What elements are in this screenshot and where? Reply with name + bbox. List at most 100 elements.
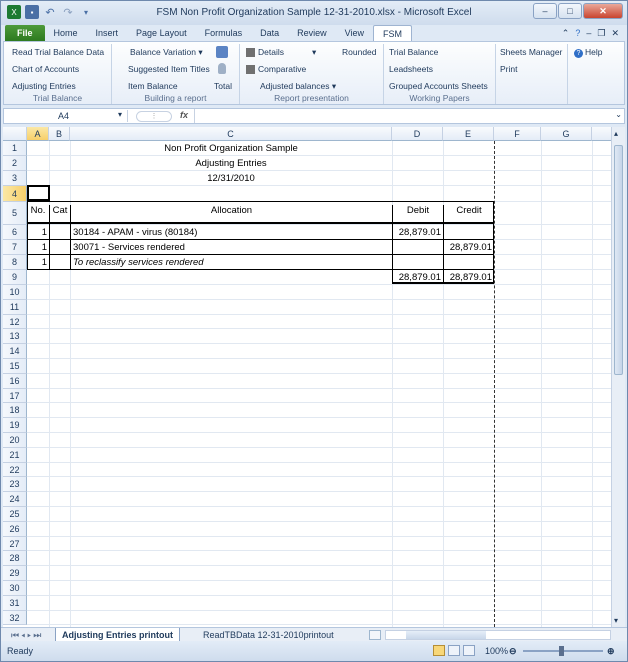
tab-formulas[interactable]: Formulas [196,25,252,41]
row-header-19[interactable]: 19 [3,418,27,433]
row-header-18[interactable]: 18 [3,403,27,419]
vertical-scrollbar[interactable]: ▴ ▾ [611,127,625,627]
namebox-dropdown-icon[interactable]: ▾ [118,110,122,119]
table-row-no[interactable]: 1 [27,257,47,268]
column-header-f[interactable]: F [494,127,541,141]
table-row-allocation[interactable]: 30184 - APAM - virus (80184) [73,227,197,238]
page-break-preview-icon[interactable] [463,645,475,656]
total-credit[interactable]: 28,879.01 [443,272,492,283]
chart-of-accounts-button[interactable]: Chart of Accounts [12,64,79,74]
sheet-title[interactable]: Non Profit Organization Sample [70,141,392,156]
zoom-slider[interactable] [523,646,603,656]
sheet-tab-readtbdata[interactable]: ReadTBData 12-31-2010printout [197,628,340,642]
workbook-close-icon[interactable]: ✕ [611,28,619,39]
sheet-subtitle[interactable]: Adjusting Entries [70,156,392,171]
horizontal-scrollbar[interactable] [385,630,611,640]
trial-balance-wp-button[interactable]: Trial Balance [389,47,438,57]
workbook-restore-icon[interactable]: ❐ [597,28,605,39]
row-header-10[interactable]: 10 [3,285,27,300]
leadsheets-button[interactable]: Leadsheets [389,64,433,74]
help-button[interactable]: ? Help [574,47,602,58]
tab-file[interactable]: File [5,25,45,41]
row-header-22[interactable]: 22 [3,462,27,478]
header-no[interactable]: No. [27,205,49,216]
row-header-14[interactable]: 14 [3,344,27,359]
row-header-23[interactable]: 23 [3,477,27,493]
table-row-credit[interactable]: 28,879.01 [443,242,492,253]
row-header-4[interactable]: 4 [3,186,27,202]
row-header-28[interactable]: 28 [3,551,27,567]
zoom-slider-thumb[interactable] [559,646,564,656]
row-header-26[interactable]: 26 [3,521,27,537]
print-button[interactable]: Print [500,64,517,74]
worksheet-grid[interactable]: A B C D E F G 1 2 3 4 5 6 7 8 9 10 11 12 13 14 15 16 17 1… [3,127,611,627]
sheet-nav-icons[interactable]: ⏮◂▸⏭ [5,628,49,642]
header-cat[interactable]: Cat [49,205,70,223]
column-header-c[interactable]: C [70,127,392,141]
row-header-17[interactable]: 17 [3,388,27,404]
fx-icon[interactable]: fx [180,110,188,120]
total-debit[interactable]: 28,879.01 [392,272,441,283]
page-layout-view-icon[interactable] [448,645,460,656]
row-header-27[interactable]: 27 [3,536,27,552]
sheets-manager-button[interactable]: Sheets Manager [500,47,562,57]
tab-view[interactable]: View [336,25,373,41]
minimize-ribbon-icon[interactable]: ⌃ [562,28,570,39]
row-header-25[interactable]: 25 [3,507,27,522]
comparative-button[interactable]: Comparative [246,64,306,75]
column-header-a[interactable]: A [27,127,49,141]
select-all-corner[interactable] [3,127,27,141]
horizontal-scroll-thumb[interactable] [406,631,486,639]
total-button[interactable]: Total [214,81,232,91]
table-row-no[interactable]: 1 [27,242,47,253]
row-header-29[interactable]: 29 [3,566,27,581]
expand-formula-icon[interactable]: ⌄ [615,110,622,119]
header-allocation[interactable]: Allocation [70,205,392,223]
row-header-21[interactable]: 21 [3,447,27,463]
details-button[interactable]: Details ▾ [246,47,316,58]
report-icon[interactable] [216,46,228,58]
row-header-6[interactable]: 6 [3,225,27,240]
column-header-e[interactable]: E [443,127,494,141]
header-credit[interactable]: Credit [443,205,494,223]
selected-cell-a4[interactable] [27,185,50,201]
tab-page-layout[interactable]: Page Layout [127,25,196,41]
row-header-11[interactable]: 11 [3,299,27,315]
row-header-9[interactable]: 9 [3,270,27,285]
sheet-date[interactable]: 12/31/2010 [70,171,392,186]
suggested-item-titles-button[interactable]: Suggested Item Titles [128,64,210,74]
row-header-7[interactable]: 7 [3,240,27,255]
row-header-12[interactable]: 12 [3,314,27,330]
column-header-d[interactable]: D [392,127,443,141]
tab-home[interactable]: Home [45,25,87,41]
table-row-allocation[interactable]: To reclassify services rendered [73,257,204,268]
column-header-g[interactable]: G [541,127,592,141]
maximize-button[interactable]: □ [558,3,582,19]
row-header-13[interactable]: 13 [3,329,27,345]
row-header-1[interactable]: 1 [3,141,27,156]
row-header-2[interactable]: 2 [3,156,27,171]
grouped-accounts-sheets-button[interactable]: Grouped Accounts Sheets [389,81,488,91]
zoom-out-icon[interactable]: ⊖ [509,641,517,661]
balance-variation-button[interactable]: Balance Variation ▾ [130,47,203,58]
column-header-b[interactable]: B [49,127,70,141]
rounded-button[interactable]: Rounded [342,47,377,57]
row-header-30[interactable]: 30 [3,581,27,596]
formula-input[interactable] [194,109,610,123]
read-trial-balance-button[interactable]: Read Trial Balance Data [12,47,104,57]
row-header-20[interactable]: 20 [3,433,27,448]
row-header-15[interactable]: 15 [3,359,27,374]
table-row-no[interactable]: 1 [27,227,47,238]
scroll-up-icon[interactable]: ▴ [614,129,618,138]
tab-review[interactable]: Review [288,25,336,41]
header-debit[interactable]: Debit [392,205,443,223]
table-row-debit[interactable]: 28,879.01 [392,227,441,238]
zoom-in-icon[interactable]: ⊕ [607,641,615,661]
row-header-31[interactable]: 31 [3,595,27,611]
workbook-minimize-icon[interactable]: – [586,28,591,39]
tab-fsm[interactable]: FSM [373,25,412,41]
help-icon[interactable]: ? [575,28,580,39]
tab-insert[interactable]: Insert [87,25,128,41]
vertical-scroll-thumb[interactable] [614,145,623,375]
row-header-32[interactable]: 32 [3,610,27,626]
